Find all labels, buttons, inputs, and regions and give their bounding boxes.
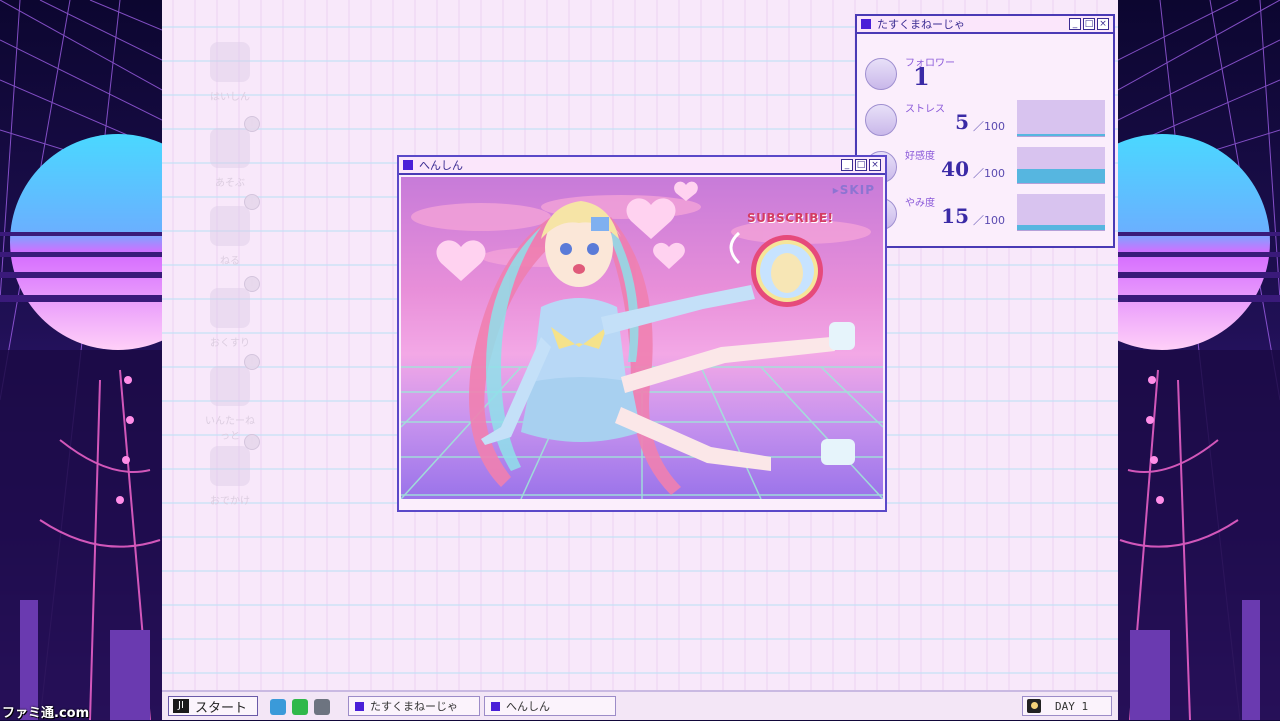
watermark: ファミ通.com — [2, 706, 90, 721]
transformation-scene: ▸SKIP SUBSCRIBE! — [401, 177, 883, 499]
moon-icon — [1027, 699, 1041, 713]
desktop-icon-label: おくすり — [210, 338, 250, 349]
desktop-icon-stream[interactable]: はいしん — [202, 42, 258, 103]
start-logo-icon: JI — [173, 699, 189, 713]
stat-max: ／100 — [973, 120, 1005, 133]
desktop-icon-play[interactable]: ! あそぶ — [202, 116, 260, 189]
stat-max: ／100 — [973, 214, 1005, 227]
desktop-icon-label: はいしん — [210, 92, 250, 103]
minimize-button[interactable]: _ — [841, 159, 853, 171]
darkness-stat: やみ度 15 ／100 — [865, 194, 1109, 238]
avatar-icon — [865, 58, 897, 90]
day-indicator: DAY 1 — [1022, 696, 1112, 716]
window-title: たすくまねーじゃ — [877, 18, 965, 31]
stat-bar — [1017, 100, 1105, 137]
notification-badge: ! — [244, 116, 260, 132]
monitor-icon[interactable] — [314, 699, 330, 715]
sleep-icon: ! — [210, 194, 260, 246]
desktop-icon-label: あそぶ — [215, 178, 245, 189]
desktop-icon-internet[interactable]: ! いんたーねっと — [202, 354, 260, 442]
window-titlebar[interactable]: たすくまねーじゃ _ □ × — [857, 16, 1113, 34]
close-button[interactable]: × — [1097, 18, 1109, 30]
maximize-button[interactable]: □ — [1083, 18, 1095, 30]
day-label: DAY 1 — [1055, 699, 1089, 713]
desktop-icon-sleep[interactable]: ! ねる — [202, 194, 260, 267]
right-panel-art — [1118, 0, 1280, 720]
left-panel-art — [0, 0, 162, 720]
stat-bar — [1017, 194, 1105, 231]
notification-badge: ! — [244, 194, 260, 210]
internet-icon: ! — [210, 354, 260, 406]
desktop-icon-label: ねる — [220, 256, 240, 267]
task-item-henshin[interactable]: へんしん — [484, 696, 616, 716]
scene-art — [401, 181, 883, 499]
medicine-icon: ! — [210, 276, 260, 328]
maximize-button[interactable]: □ — [855, 159, 867, 171]
minimize-button[interactable]: _ — [1069, 18, 1081, 30]
play-icon: ! — [210, 116, 260, 168]
stream-icon — [210, 42, 250, 82]
window-titlebar[interactable]: へんしん _ □ × — [399, 157, 885, 175]
affection-stat: 好感度 40 ／100 — [865, 147, 1109, 191]
window-title: へんしん — [419, 159, 463, 172]
twitter-icon[interactable] — [270, 699, 286, 715]
subscribe-label: SUBSCRIBE! — [747, 211, 834, 225]
taskbar: JI スタート たすくまねーじゃ へんしん DAY 1 — [162, 690, 1118, 720]
task-label: たすくまねーじゃ — [370, 700, 458, 713]
window-icon — [403, 160, 413, 170]
left-vaporwave-panel — [0, 0, 162, 720]
desktop-icon-outing[interactable]: ! おでかけ — [202, 434, 260, 507]
notification-badge: ! — [244, 354, 260, 370]
stat-bar-fill — [1017, 168, 1105, 183]
stress-stat: ストレス 5 ／100 — [865, 100, 1109, 144]
window-icon — [861, 19, 871, 29]
stat-value: 1 — [913, 62, 930, 91]
stat-bar-fill — [1017, 224, 1105, 230]
chat-icon[interactable] — [292, 699, 308, 715]
stat-value: 5 — [955, 110, 969, 134]
notification-badge: ! — [244, 276, 260, 292]
start-label: スタート — [195, 700, 248, 716]
skip-button[interactable]: ▸SKIP — [833, 183, 875, 197]
notification-badge: ! — [244, 434, 260, 450]
outing-icon: ! — [210, 434, 260, 486]
followers-stat: フォロワー 1 — [865, 54, 1109, 98]
start-button[interactable]: JI スタート — [168, 696, 258, 716]
stat-bar-fill — [1017, 134, 1105, 136]
avatar-icon — [865, 104, 897, 136]
right-vaporwave-panel — [1118, 0, 1280, 720]
task-manager-window: たすくまねーじゃ _ □ × フォロワー 1 ストレス 5 ／100 好感度 4… — [855, 14, 1115, 248]
stat-bar — [1017, 147, 1105, 184]
close-button[interactable]: × — [869, 159, 881, 171]
desktop-icon-medicine[interactable]: ! おくすり — [202, 276, 260, 349]
henshin-video-window: へんしん _ □ × ▸SKIP SUBSCRIBE! — [397, 155, 887, 512]
stat-value: 40 — [941, 157, 969, 181]
window-icon — [355, 701, 364, 711]
task-item-task-manager[interactable]: たすくまねーじゃ — [348, 696, 480, 716]
desktop-icon-label: おでかけ — [210, 496, 250, 507]
stat-value: 15 — [941, 204, 969, 228]
stat-max: ／100 — [973, 167, 1005, 180]
task-label: へんしん — [506, 700, 550, 713]
window-icon — [491, 701, 500, 711]
